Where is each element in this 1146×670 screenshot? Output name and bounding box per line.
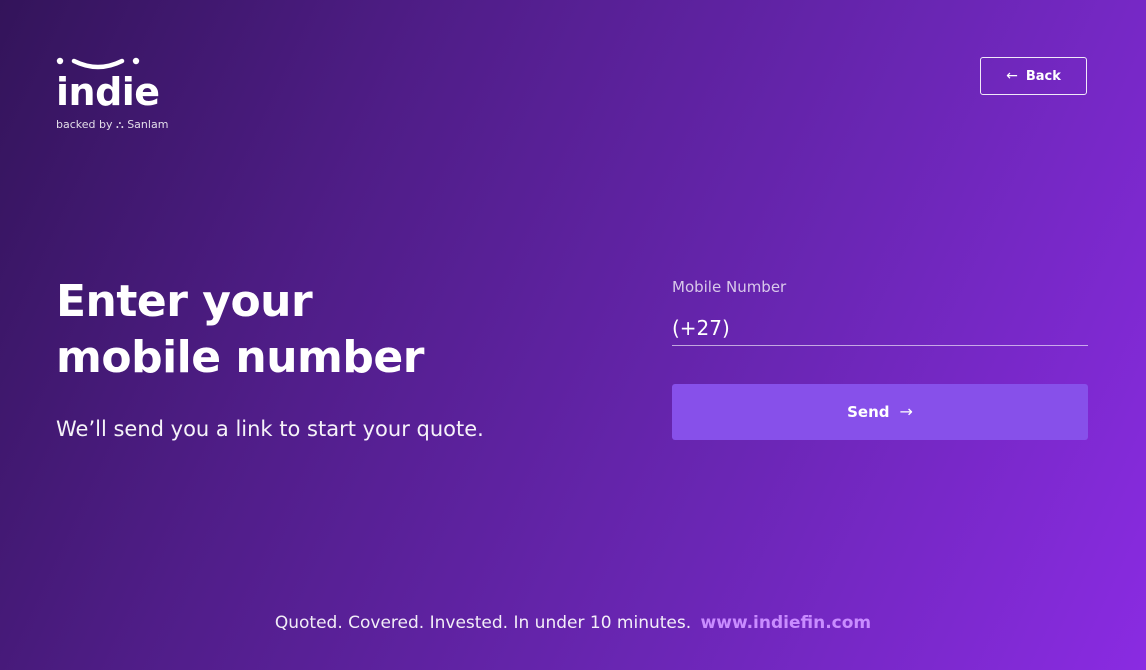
back-button[interactable]: ← Back	[980, 57, 1087, 95]
sanlam-icon: ⛬	[116, 118, 124, 131]
indie-logo[interactable]: indie backed by ⛬ Sanlam	[56, 56, 176, 136]
page-subtitle: We’ll send you a link to start your quot…	[56, 417, 484, 441]
send-button[interactable]: Send →	[672, 384, 1088, 440]
partner-name: Sanlam	[127, 118, 169, 131]
page-title: Enter your mobile number	[56, 274, 616, 386]
logo-wordmark: indie	[56, 70, 160, 114]
page-title-line-2: mobile number	[56, 332, 424, 383]
logo-tagline: backed by ⛬ Sanlam	[56, 118, 168, 132]
arrow-right-icon: →	[899, 402, 913, 421]
arrow-left-icon: ←	[1006, 68, 1018, 84]
mobile-number-input[interactable]	[672, 310, 1088, 346]
back-button-label: Back	[1025, 68, 1061, 84]
send-button-label: Send	[847, 403, 890, 421]
tagline-text: backed by	[56, 118, 113, 131]
page-title-line-1: Enter your	[56, 276, 313, 327]
mobile-number-field: Mobile Number	[672, 278, 1088, 346]
footer: Quoted. Covered. Invested. In under 10 m…	[0, 612, 1146, 634]
mobile-number-label: Mobile Number	[672, 278, 787, 296]
footer-text: Quoted. Covered. Invested. In under 10 m…	[274, 613, 692, 633]
website-link[interactable]: www.indiefin.com	[701, 613, 872, 633]
